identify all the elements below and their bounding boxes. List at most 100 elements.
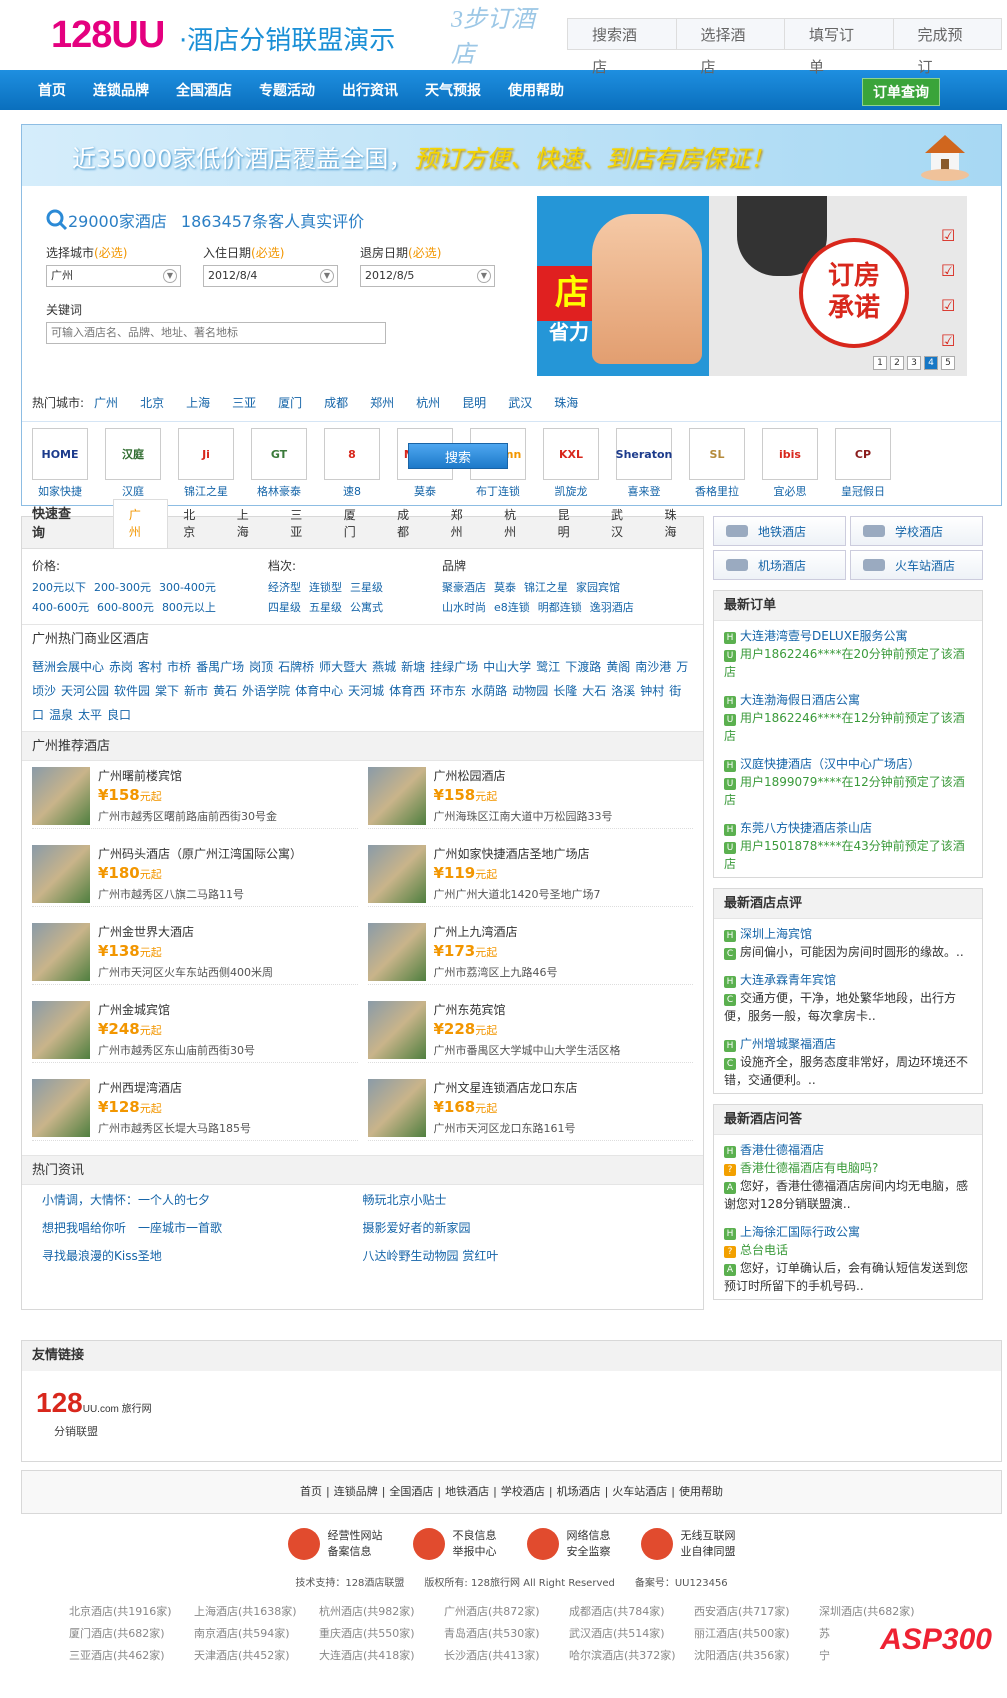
- footer-link[interactable]: 地铁酒店: [445, 1485, 489, 1498]
- qa-hotel-link[interactable]: 香港仕德福酒店: [740, 1143, 824, 1157]
- city-select[interactable]: 广州 ▼: [46, 265, 181, 287]
- district-link[interactable]: 新塘: [401, 660, 425, 674]
- news-link[interactable]: 八达岭野生动物园 赏红叶: [363, 1247, 684, 1265]
- news-link[interactable]: 摄影爱好者的新家园: [363, 1219, 684, 1237]
- review-hotel-link[interactable]: 广州增城聚福酒店: [740, 1037, 836, 1051]
- hot-city-link[interactable]: 广州: [94, 394, 118, 411]
- hot-city-link[interactable]: 珠海: [554, 394, 578, 411]
- footer-link[interactable]: 使用帮助: [679, 1485, 723, 1498]
- district-link[interactable]: 动物园: [512, 684, 548, 698]
- hotel-photo[interactable]: [367, 767, 426, 825]
- city-hotel-link[interactable]: 重庆酒店(共550家): [319, 1625, 444, 1641]
- city-hotel-link[interactable]: 丽江酒店(共500家): [694, 1625, 819, 1641]
- hotel-name[interactable]: 广州金城宾馆: [98, 1001, 255, 1018]
- carousel-page-4[interactable]: 4: [924, 356, 938, 370]
- hotel-name[interactable]: 广州码头酒店（原广州江湾国际公寓）: [98, 845, 302, 862]
- partner-logo[interactable]: 128UU.com 旅行网: [36, 1387, 1001, 1419]
- district-link[interactable]: 新市: [184, 684, 208, 698]
- brand-item[interactable]: SL 香格里拉: [689, 428, 745, 499]
- brand-option[interactable]: 锦江之星: [524, 581, 568, 594]
- city-hotel-link[interactable]: 成都酒店(共784家): [569, 1603, 694, 1619]
- tab-city[interactable]: 上海: [222, 506, 275, 548]
- brand-item[interactable]: 汉庭 汉庭: [105, 428, 161, 499]
- news-link[interactable]: 想把我唱给你听 一座城市一首歌: [42, 1219, 363, 1237]
- district-link[interactable]: 石牌桥: [278, 660, 314, 674]
- hotel-card[interactable]: 广州如家快捷酒店圣地广场店 ¥119元起 广州广州大道北1420号圣地广场7: [367, 845, 693, 907]
- district-link[interactable]: 鹭江: [536, 660, 560, 674]
- hotel-card[interactable]: 广州文星连锁酒店龙口东店 ¥168元起 广州市天河区龙口东路161号: [367, 1079, 693, 1141]
- footer-link[interactable]: 连锁品牌: [334, 1485, 378, 1498]
- hotel-name[interactable]: 广州文星连锁酒店龙口东店: [434, 1079, 578, 1096]
- nav-events[interactable]: 专题活动: [259, 80, 315, 100]
- hot-city-link[interactable]: 三亚: [232, 394, 256, 411]
- footer-link[interactable]: 全国酒店: [389, 1485, 433, 1498]
- footer-link[interactable]: 首页: [300, 1485, 322, 1498]
- checkin-date-field[interactable]: 2012/8/4 ▼: [203, 265, 338, 287]
- train-hotels-link[interactable]: 火车站酒店: [850, 550, 983, 580]
- brand-item[interactable]: HOME 如家快捷: [32, 428, 88, 499]
- tab-city[interactable]: 昆明: [543, 506, 596, 548]
- tab-city[interactable]: 杭州: [489, 506, 542, 548]
- grade-option[interactable]: 公寓式: [350, 601, 383, 614]
- hotel-name[interactable]: 广州松园酒店: [434, 767, 613, 784]
- price-option[interactable]: 200元以下: [32, 581, 86, 594]
- hotel-card[interactable]: 广州金世界大酒店 ¥138元起 广州市天河区火车东站西侧400米周: [32, 923, 358, 985]
- tab-city[interactable]: 武汉: [596, 506, 649, 548]
- hot-city-link[interactable]: 北京: [140, 394, 164, 411]
- hotel-card[interactable]: 广州松园酒店 ¥158元起 广州海珠区江南大道中万松园路33号: [367, 767, 693, 829]
- hotel-photo[interactable]: [367, 1079, 426, 1137]
- tab-city[interactable]: 成都: [382, 506, 435, 548]
- carousel-page-3[interactable]: 3: [907, 356, 921, 370]
- tab-city[interactable]: 广州: [112, 499, 169, 548]
- city-hotel-link[interactable]: 大连酒店(共418家): [319, 1647, 444, 1663]
- hotel-card[interactable]: 广州西堤湾酒店 ¥128元起 广州市越秀区长堤大马路185号: [32, 1079, 358, 1141]
- city-hotel-link[interactable]: 武汉酒店(共514家): [569, 1625, 694, 1641]
- district-link[interactable]: 良口: [107, 708, 131, 722]
- checkout-date-field[interactable]: 2012/8/5 ▼: [360, 265, 495, 287]
- brand-option[interactable]: 莫泰: [494, 581, 516, 594]
- brand-item[interactable]: KXL 凯旋龙: [543, 428, 599, 499]
- grade-option[interactable]: 五星级: [309, 601, 342, 614]
- hot-city-link[interactable]: 郑州: [370, 394, 394, 411]
- district-link[interactable]: 体育西: [389, 684, 425, 698]
- price-option[interactable]: 800元以上: [162, 601, 216, 614]
- city-hotel-link[interactable]: 杭州酒店(共982家): [319, 1603, 444, 1619]
- city-hotel-link[interactable]: 上海酒店(共1638家): [194, 1603, 319, 1619]
- district-link[interactable]: 环市东: [430, 684, 466, 698]
- city-hotel-link[interactable]: 南京酒店(共594家): [194, 1625, 319, 1641]
- price-option[interactable]: 200-300元: [94, 581, 151, 594]
- hotel-name[interactable]: 广州如家快捷酒店圣地广场店: [434, 845, 601, 862]
- brand-item[interactable]: CP 皇冠假日: [835, 428, 891, 499]
- price-option[interactable]: 400-600元: [32, 601, 89, 614]
- qa-hotel-link[interactable]: 上海徐汇国际行政公寓: [740, 1225, 860, 1239]
- brand-item[interactable]: 8 速8: [324, 428, 380, 499]
- brand-option[interactable]: 山水时尚: [442, 601, 486, 614]
- nav-travel-news[interactable]: 出行资讯: [342, 80, 398, 100]
- brand-option[interactable]: 逸羽酒店: [590, 601, 634, 614]
- school-hotels-link[interactable]: 学校酒店: [850, 516, 983, 546]
- city-hotel-link[interactable]: 长沙酒店(共413家): [444, 1647, 569, 1663]
- footer-link[interactable]: 学校酒店: [501, 1485, 545, 1498]
- tab-city[interactable]: 厦门: [329, 506, 382, 548]
- footer-link[interactable]: 机场酒店: [557, 1485, 601, 1498]
- city-hotel-link[interactable]: 深圳酒店(共682家): [819, 1603, 944, 1619]
- hotel-photo[interactable]: [32, 845, 90, 903]
- district-link[interactable]: 软件园: [114, 684, 150, 698]
- hot-city-link[interactable]: 厦门: [278, 394, 302, 411]
- hotel-photo[interactable]: [367, 923, 426, 981]
- city-hotel-link[interactable]: 广州酒店(共872家): [444, 1603, 569, 1619]
- trust-badge[interactable]: 不良信息 举报中心: [412, 1528, 497, 1560]
- district-link[interactable]: 挂绿广场: [430, 660, 478, 674]
- district-link[interactable]: 黄阁: [606, 660, 630, 674]
- city-hotel-link[interactable]: 西安酒店(共717家): [694, 1603, 819, 1619]
- hotel-photo[interactable]: [367, 845, 426, 903]
- tab-city[interactable]: 珠海: [650, 506, 703, 548]
- order-hotel-link[interactable]: 汉庭快捷酒店（汉中中心广场店）: [740, 757, 920, 771]
- city-hotel-link[interactable]: 厦门酒店(共682家): [69, 1625, 194, 1641]
- brand-option[interactable]: e8连锁: [494, 601, 530, 614]
- nav-weather[interactable]: 天气预报: [425, 80, 481, 100]
- grade-option[interactable]: 经济型: [268, 581, 301, 594]
- nav-home[interactable]: 首页: [38, 80, 66, 100]
- partner-text[interactable]: 分销联盟: [54, 1423, 1001, 1439]
- district-link[interactable]: 番禺广场: [196, 660, 244, 674]
